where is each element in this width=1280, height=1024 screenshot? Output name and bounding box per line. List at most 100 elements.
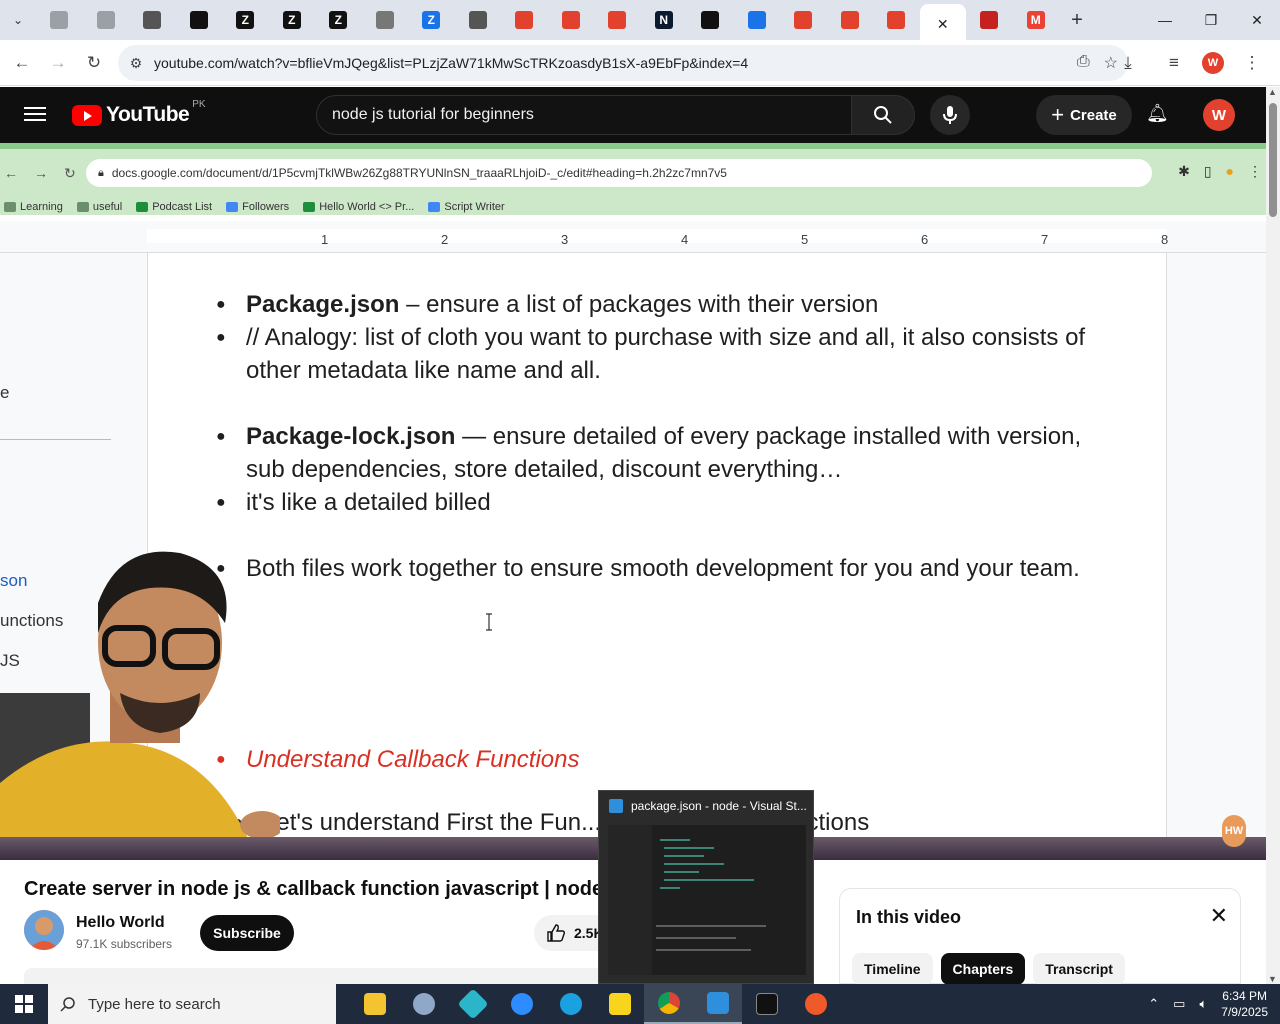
network-icon[interactable]: ▭ <box>1173 996 1185 1012</box>
reload-button[interactable]: ↻ <box>76 45 112 81</box>
forward-button[interactable]: → <box>40 45 76 81</box>
tab-22[interactable]: M <box>1013 4 1060 36</box>
taskbar-app-10[interactable] <box>791 984 840 1024</box>
ruler-page-span <box>147 229 1167 243</box>
thumbnail-terminal-line <box>656 925 766 927</box>
bookmark-folder-icon <box>303 202 316 212</box>
tab-favicon-icon <box>96 11 115 29</box>
restore-button[interactable]: ❐ <box>1188 0 1234 40</box>
taskbar-apps <box>350 984 840 1024</box>
chip-timeline[interactable]: Timeline <box>852 953 933 985</box>
install-app-icon[interactable]: ⎙ <box>1077 53 1090 73</box>
page-scrollbar[interactable]: ▲ ▼ <box>1266 87 1280 984</box>
tab-9[interactable]: Z <box>408 4 455 36</box>
tab-14[interactable]: N <box>641 4 688 36</box>
download-icon[interactable]: ⤓ <box>1110 45 1146 81</box>
windows-taskbar: Type here to search ⌃ ▭ 🔈︎ 6:34 PM 7/9/2… <box>0 984 1280 1024</box>
taskbar-sticky-notes[interactable] <box>595 984 644 1024</box>
tab-20-active[interactable]: ✕ <box>919 4 966 44</box>
tab-7[interactable]: Z <box>315 4 362 36</box>
close-window-button[interactable]: ✕ <box>1234 0 1280 40</box>
subscribe-button[interactable]: Subscribe <box>200 915 294 951</box>
tab-favicon-icon: Z <box>329 11 348 29</box>
profile-avatar[interactable]: W <box>1202 52 1224 74</box>
address-bar[interactable]: ⚙ youtube.com/watch?v=bflieVmJQeg&list=P… <box>118 45 1128 81</box>
clock[interactable]: 6:34 PM 7/9/2025 <box>1221 988 1268 1020</box>
tab-4[interactable] <box>176 4 223 36</box>
new-tab-button[interactable]: + <box>1059 0 1095 40</box>
search-input[interactable]: node js tutorial for beginners <box>332 106 534 124</box>
create-label: Create <box>1070 106 1117 124</box>
taskbar-zoom[interactable] <box>497 984 546 1024</box>
tab-6[interactable]: Z <box>269 4 316 36</box>
tab-5[interactable]: Z <box>222 4 269 36</box>
taskbar-edge[interactable] <box>546 984 595 1024</box>
taskbar-window-preview[interactable]: package.json - node - Visual St... <box>598 790 814 984</box>
ruler-number: 3 <box>561 232 569 247</box>
taskbar-file-explorer[interactable] <box>350 984 399 1024</box>
panel-chips: Timeline Chapters Transcript <box>852 953 1125 985</box>
media-control-icon[interactable]: ≡ <box>1156 45 1192 81</box>
close-tab-icon[interactable]: ✕ <box>937 16 949 33</box>
chip-transcript[interactable]: Transcript <box>1033 953 1125 985</box>
taskbar-app-2[interactable] <box>399 984 448 1024</box>
tab-21[interactable] <box>966 4 1013 36</box>
guide-menu-icon[interactable] <box>24 103 46 125</box>
lock-icon: 🔒︎ <box>98 166 104 179</box>
tab-15[interactable] <box>687 4 734 36</box>
tab-1[interactable] <box>36 4 83 36</box>
address-url[interactable]: youtube.com/watch?v=bflieVmJQeg&list=PLz… <box>154 55 748 71</box>
tab-17[interactable] <box>780 4 827 36</box>
close-icon[interactable]: ✕ <box>1210 903 1228 929</box>
scroll-up-arrow-icon[interactable]: ▲ <box>1268 87 1277 97</box>
tab-2[interactable] <box>83 4 130 36</box>
taskbar-app-3[interactable] <box>448 984 497 1024</box>
voice-search-button[interactable] <box>930 95 970 135</box>
thumbnail-code-line <box>664 863 724 865</box>
chip-chapters[interactable]: Chapters <box>940 953 1026 985</box>
tab-favicon-icon <box>561 11 580 29</box>
taskbar-vscode[interactable] <box>693 984 742 1024</box>
volume-icon[interactable]: 🔈︎ <box>1199 996 1207 1012</box>
search-button[interactable] <box>851 95 915 135</box>
channel-name[interactable]: Hello World <box>76 914 165 932</box>
description-box[interactable] <box>24 968 624 984</box>
tab-13[interactable] <box>594 4 641 36</box>
menu-icon[interactable]: ⋮ <box>1234 45 1270 81</box>
channel-watermark[interactable]: HW <box>1222 815 1246 847</box>
start-button[interactable] <box>0 984 48 1024</box>
tab-strip: ⌄ Z Z Z Z N ✕ M + — ❐ ✕ <box>0 0 1280 44</box>
tab-16[interactable] <box>734 4 781 36</box>
scroll-down-arrow-icon[interactable]: ▼ <box>1268 974 1277 984</box>
youtube-logo[interactable]: YouTube PK <box>72 99 206 127</box>
recorded-bookmark-label: Followers <box>242 201 290 213</box>
tab-search-button[interactable]: ⌄ <box>0 0 36 40</box>
minimize-button[interactable]: — <box>1142 0 1188 40</box>
tab-favicon-icon: N <box>654 11 673 29</box>
tab-favicon-icon <box>468 11 487 29</box>
tab-favicon-icon: M <box>1026 11 1045 29</box>
scrollbar-thumb[interactable] <box>1269 103 1277 217</box>
notifications-bell-icon[interactable]: 🔔︎ <box>1146 103 1169 124</box>
tab-11[interactable] <box>501 4 548 36</box>
ruler-number: 8 <box>1161 232 1169 247</box>
search-box[interactable]: node js tutorial for beginners <box>316 95 852 135</box>
taskbar-terminal[interactable] <box>742 984 791 1024</box>
create-button[interactable]: + Create <box>1036 95 1132 135</box>
tab-12[interactable] <box>548 4 595 36</box>
taskbar-search[interactable]: Type here to search <box>48 984 336 1024</box>
tab-3[interactable] <box>129 4 176 36</box>
tab-8[interactable] <box>362 4 409 36</box>
app-icon <box>412 993 435 1015</box>
account-avatar[interactable]: W <box>1203 99 1235 131</box>
video-player[interactable]: ← → ↻ 🔒︎ docs.google.com/document/d/1P5cvm… <box>0 143 1266 860</box>
back-button[interactable]: ← <box>4 45 40 81</box>
tray-chevron-icon[interactable]: ⌃ <box>1148 996 1159 1012</box>
tab-18[interactable] <box>827 4 874 36</box>
tab-10[interactable] <box>455 4 502 36</box>
channel-avatar[interactable] <box>24 910 64 950</box>
microphone-icon <box>943 106 957 124</box>
tab-19[interactable] <box>873 4 920 36</box>
taskbar-chrome[interactable] <box>644 984 693 1024</box>
site-info-icon[interactable]: ⚙ <box>118 55 154 72</box>
